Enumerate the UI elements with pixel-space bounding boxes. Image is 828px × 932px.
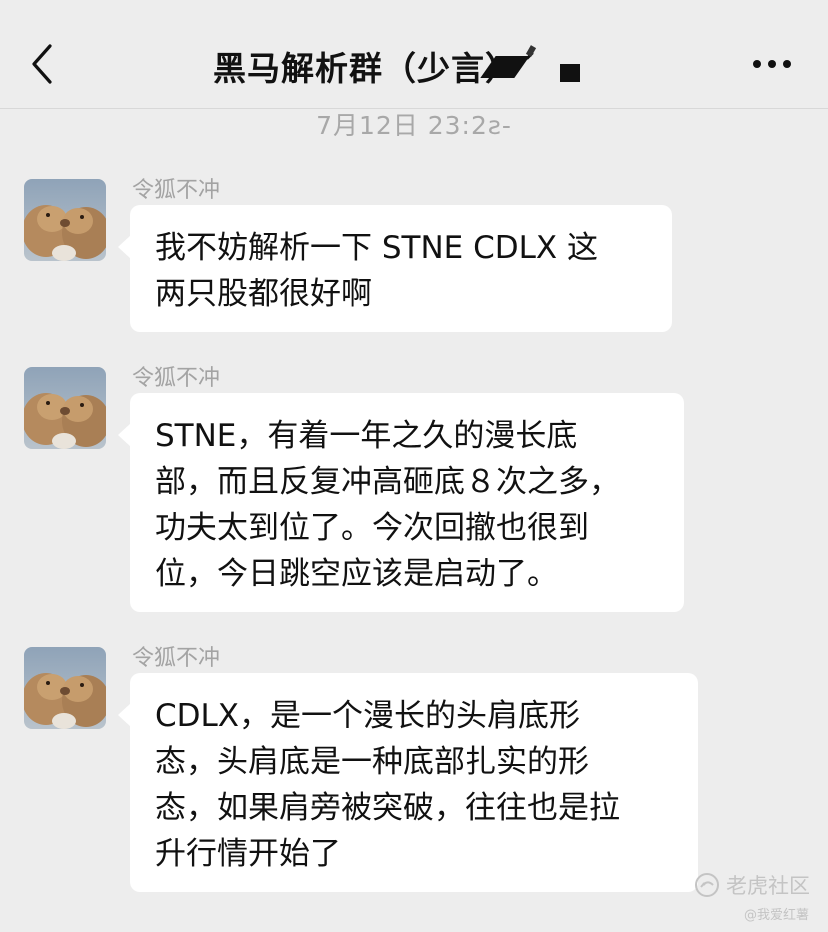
prairie-dogs-avatar-icon xyxy=(24,367,106,449)
redaction-mark xyxy=(560,64,580,82)
more-dots-icon xyxy=(753,60,791,68)
prairie-dogs-avatar-icon xyxy=(24,179,106,261)
tiger-community-logo-icon xyxy=(695,873,719,897)
message-timestamp: 7月12日 23:2ƨ- xyxy=(316,111,512,140)
back-button[interactable] xyxy=(22,40,66,88)
message-text: 我不妨解析一下 STNE CDLX 这 两只股都很好啊 xyxy=(155,230,598,312)
avatar[interactable] xyxy=(24,367,106,449)
sender-name: 令狐不冲 xyxy=(132,366,221,391)
sender-name: 令狐不冲 xyxy=(132,646,221,671)
chat-header: 黑马解析群（少言）´ xyxy=(0,0,828,109)
watermark-user: @我爱红薯 xyxy=(744,908,810,923)
sender-name: 令狐不冲 xyxy=(132,178,221,203)
more-options-button[interactable] xyxy=(746,48,798,80)
message-bubble[interactable]: CDLX，是一个漫长的头肩底形 态，头肩底是一种底部扎实的形 态，如果肩旁被突破… xyxy=(118,673,698,892)
message-text: CDLX，是一个漫长的头肩底形 态，头肩底是一种底部扎实的形 态，如果肩旁被突破… xyxy=(155,698,620,872)
chevron-left-icon xyxy=(32,44,52,84)
message-bubble[interactable]: 我不妨解析一下 STNE CDLX 这 两只股都很好啊 xyxy=(118,205,672,332)
prairie-dogs-avatar-icon xyxy=(24,647,106,729)
avatar[interactable] xyxy=(24,647,106,729)
watermark: 老虎社区 xyxy=(694,870,810,900)
message-text: STNE，有着一年之久的漫长底 部，而且反复冲高砸底８次之多， 功夫太到位了。今… xyxy=(155,418,620,592)
message-bubble[interactable]: STNE，有着一年之久的漫长底 部，而且反复冲高砸底８次之多， 功夫太到位了。今… xyxy=(118,393,684,612)
avatar[interactable] xyxy=(24,179,106,261)
watermark-text: 老虎社区 xyxy=(726,874,810,898)
